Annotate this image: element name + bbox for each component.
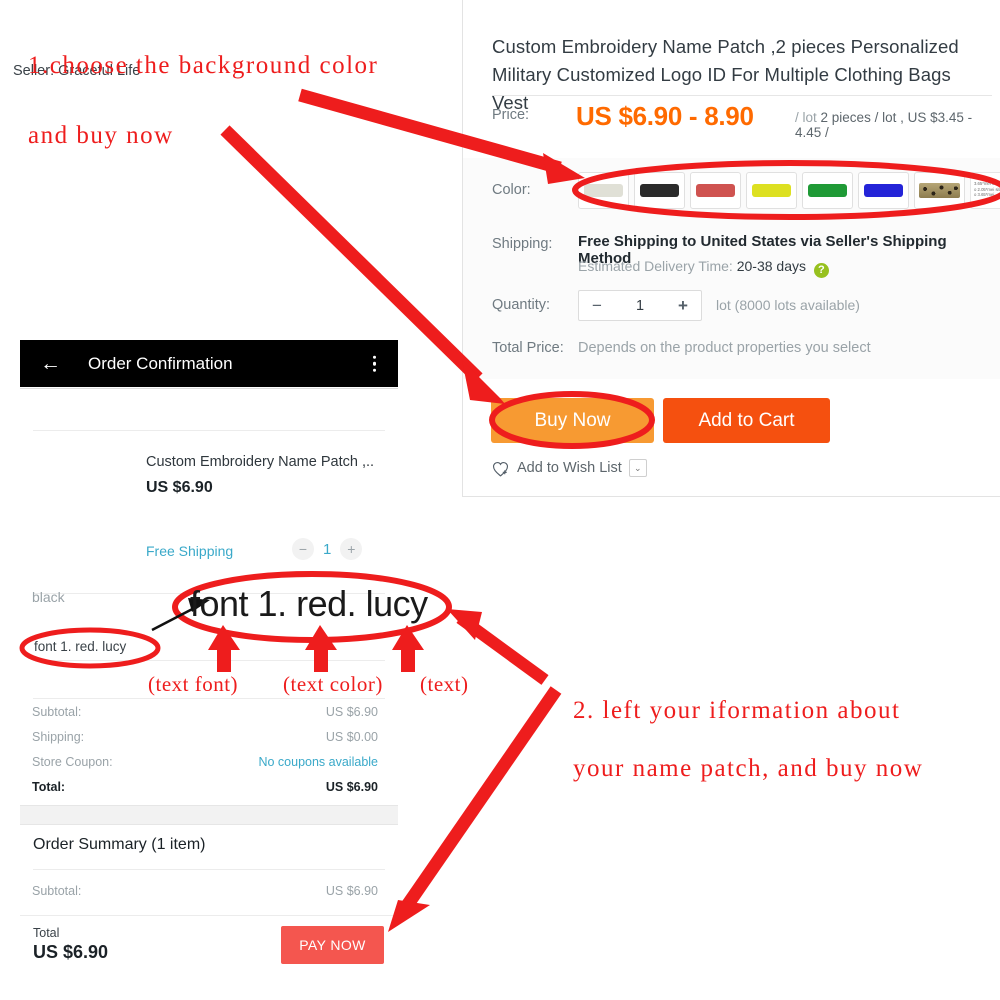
order-summary-divider — [33, 869, 385, 870]
color-swatch-black[interactable] — [634, 172, 685, 209]
order-item-shipping: Free Shipping — [146, 543, 234, 559]
row-label: Shipping: — [32, 730, 85, 744]
pay-total-value: US $6.90 — [33, 942, 109, 962]
custom-text-enlarged: font 1. red. lucy — [190, 583, 428, 624]
section-separator — [20, 805, 398, 825]
quantity-stepper[interactable]: − 1 + — [578, 290, 702, 321]
custom-text-field[interactable]: font 1. red. lucy — [34, 639, 126, 654]
buy-now-button[interactable]: Buy Now — [491, 398, 654, 443]
row-value: US $6.90 — [325, 705, 378, 719]
color-swatch-beige[interactable] — [578, 172, 629, 209]
order-qty-value: 1 — [323, 540, 332, 558]
order-summary-title: Order Summary (1 item) — [33, 836, 206, 853]
swatch-bar — [864, 184, 903, 197]
swatch-bar — [752, 184, 791, 197]
annotation-step1-line1: 1.choose the background color — [28, 52, 379, 79]
totals-divider — [33, 698, 385, 699]
seller-divider — [33, 430, 385, 431]
title-divider — [492, 95, 992, 96]
swatch-text-line: o 3.65*mei — [974, 192, 995, 198]
swatch-bar — [584, 184, 623, 197]
quantity-input[interactable]: 1 — [615, 298, 665, 314]
quantity-increment-button[interactable]: + — [665, 296, 701, 316]
row-value[interactable]: No coupons available — [258, 755, 378, 769]
row-value: US $6.90 — [325, 884, 378, 898]
color-swatch-size-chart[interactable]: 3.65*mei so o 2.05*mei site o 3.65*mei — [970, 172, 1000, 209]
row-label: Subtotal: — [32, 705, 82, 719]
eta-label: Estimated Delivery Time: — [578, 258, 733, 274]
swatch-bar — [808, 184, 847, 197]
color-swatch-row[interactable]: 3.65*mei so o 2.05*mei site o 3.65*mei — [578, 172, 1000, 209]
shipping-label: Shipping: — [492, 236, 553, 252]
annotation-step1-line2: and buy now — [28, 122, 174, 149]
color-swatch-camouflage[interactable] — [914, 172, 965, 209]
quantity-label: Quantity: — [492, 297, 551, 313]
order-item-name: Custom Embroidery Name Patch ,.. — [146, 454, 375, 470]
question-mark-icon[interactable]: ? — [813, 263, 829, 278]
annotation-text-font: (text font) — [148, 672, 239, 696]
color-swatch-yellow[interactable] — [746, 172, 797, 209]
total-price-label: Total Price: — [492, 340, 564, 356]
appbar-shadow — [20, 388, 398, 389]
totals-row-subtotal: Subtotal: US $6.90 — [32, 705, 378, 719]
order-qty-increment[interactable]: + — [340, 538, 363, 560]
annotation-step2-line1: 2. left your iformation about — [573, 697, 901, 724]
totals-row-shipping: Shipping: US $0.00 — [32, 730, 378, 744]
swatch-bar — [919, 183, 960, 198]
order-item-quantity-stepper[interactable]: − 1 + — [292, 538, 363, 560]
annotation-text-color: (text color) — [283, 672, 383, 696]
mobile-app-bar: ← Order Confirmation — [20, 340, 398, 387]
price-label: Price: — [492, 107, 530, 123]
page-title: Order Confirmation — [88, 353, 233, 373]
row-label: Subtotal: — [32, 884, 82, 898]
estimated-delivery: Estimated Delivery Time: 20-38 days ? — [578, 258, 829, 278]
quantity-decrement-button[interactable]: − — [579, 296, 615, 316]
quantity-availability: lot (8000 lots available) — [716, 297, 860, 313]
totals-row-coupon[interactable]: Store Coupon: No coupons available — [32, 755, 378, 769]
color-label: Color: — [492, 182, 531, 198]
eta-value: 20-38 days — [736, 258, 806, 274]
pay-now-button[interactable]: PAY NOW — [281, 926, 384, 964]
heart-plus-icon — [492, 461, 509, 477]
price-unit: / lot 2 pieces / lot , US $3.45 - 4.45 / — [795, 110, 1000, 140]
pay-bar-divider — [20, 915, 398, 916]
arrow-to-pay-now — [388, 686, 562, 932]
add-to-cart-button[interactable]: Add to Cart — [663, 398, 830, 443]
row-label: Store Coupon: — [32, 755, 113, 769]
order-item-price: US $6.90 — [146, 479, 213, 496]
annotation-step2-line2: your name patch, and buy now — [573, 755, 924, 782]
kebab-menu-icon[interactable] — [372, 355, 376, 372]
row-value: US $0.00 — [325, 730, 378, 744]
swatch-bar — [640, 184, 679, 197]
pay-total-label: Total — [33, 926, 60, 940]
order-item-variant: black — [32, 589, 65, 605]
price-unit-rest: 2 pieces / lot , US $3.45 - 4.45 / — [795, 110, 973, 140]
arrow-to-custom-text — [447, 609, 549, 685]
mobile-order-confirmation: ← Order Confirmation — [20, 340, 398, 970]
wish-list-label: Add to Wish List — [517, 460, 622, 476]
row-label: Total: — [32, 780, 66, 794]
price-value: US $6.90 - 8.90 — [576, 101, 754, 131]
totals-row-total: Total: US $6.90 — [32, 780, 378, 794]
swatch-bar — [696, 184, 735, 197]
annotation-text-value: (text) — [420, 672, 469, 696]
order-qty-decrement[interactable]: − — [292, 538, 314, 560]
back-arrow-icon[interactable]: ← — [40, 353, 61, 374]
color-swatch-blue[interactable] — [858, 172, 909, 209]
chevron-down-icon[interactable]: ⌄ — [628, 459, 647, 477]
color-swatch-red[interactable] — [690, 172, 741, 209]
summary-row-subtotal: Subtotal: US $6.90 — [32, 884, 378, 898]
row-value: US $6.90 — [325, 780, 378, 794]
add-to-wish-list[interactable]: Add to Wish List ⌄ — [491, 459, 647, 477]
text-field-divider — [33, 660, 385, 661]
total-price-value: Depends on the product properties you se… — [578, 340, 871, 356]
price-unit-prefix: / lot — [795, 110, 817, 125]
color-swatch-green[interactable] — [802, 172, 853, 209]
